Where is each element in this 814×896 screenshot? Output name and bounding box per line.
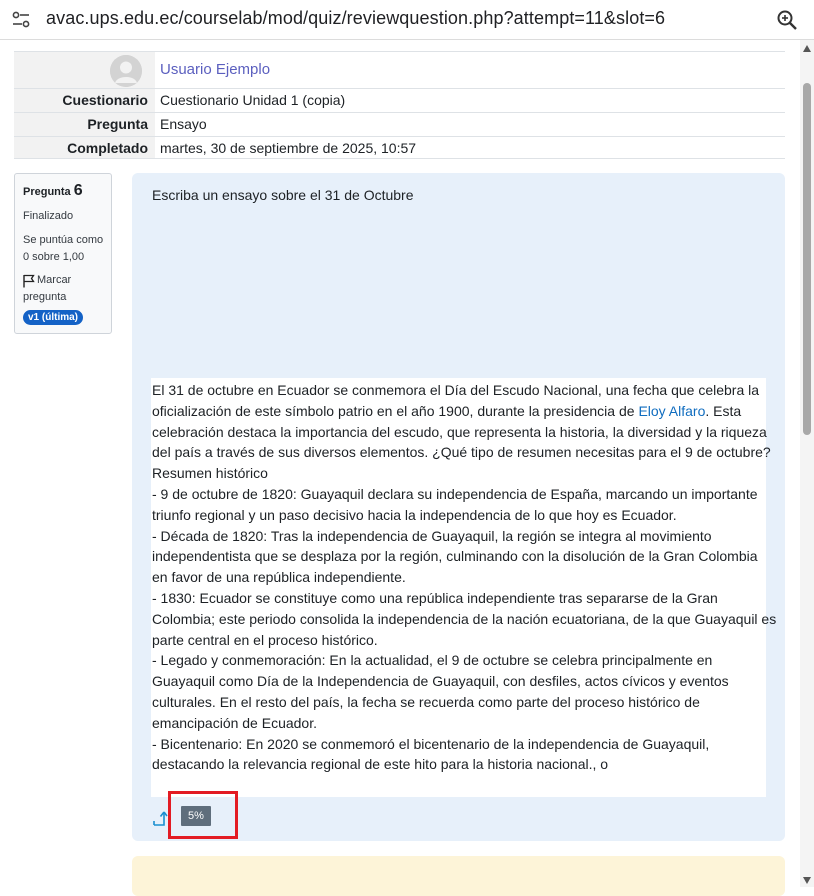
quiz-row: Cuestionario Cuestionario Unidad 1 (copi…: [14, 88, 785, 112]
answer-line: emancipación de Ecuador.: [152, 714, 317, 731]
answer-line: Resumen histórico: [152, 465, 268, 482]
answer-line: destacando la relevancia regional de est…: [152, 756, 609, 773]
answer-line: - 9 de octubre de 1820: Guayaquil declar…: [152, 485, 758, 502]
answer-line-part: . Esta: [705, 402, 742, 419]
question-number-label: Pregunta: [23, 186, 71, 198]
question-grade-line1: Se puntúa como: [23, 234, 104, 246]
completed-row: Completado martes, 30 de septiembre de 2…: [14, 136, 785, 159]
user-name-link[interactable]: Usuario Ejemplo: [160, 61, 270, 78]
avatar[interactable]: [110, 55, 142, 87]
answer-line: El 31 de octubre en Ecuador se conmemora…: [152, 382, 760, 398]
quiz-label: Cuestionario: [14, 89, 155, 112]
completed-label: Completado: [14, 137, 155, 158]
zoom-magnifier-icon[interactable]: [776, 9, 798, 31]
answer-line: parte central en el proceso histórico.: [152, 631, 378, 648]
flag-icon[interactable]: [22, 274, 36, 288]
answer-line-part: oficialización de este símbolo patrio en…: [152, 402, 639, 419]
scroll-up-arrow-icon[interactable]: [803, 45, 811, 52]
address-bar[interactable]: avac.ups.edu.ec/courselab/mod/quiz/revie…: [0, 0, 814, 40]
edit-arrow-icon[interactable]: [152, 809, 168, 829]
version-badge: v1 (última): [23, 310, 84, 325]
question-info-box: Pregunta 6 Finalizado Se puntúa como 0 s…: [14, 173, 112, 334]
question-text: Escriba un ensayo sobre el 31 de Octubre: [152, 187, 414, 203]
question-row: Pregunta Ensayo: [14, 112, 785, 136]
eloy-alfaro-link[interactable]: Eloy Alfaro: [638, 403, 705, 419]
flag-label-line2[interactable]: pregunta: [23, 291, 66, 303]
user-label-cell: [14, 52, 155, 88]
question-number: Pregunta 6: [23, 182, 83, 200]
answer-line: Guayaquil como Día de la Independencia d…: [152, 673, 729, 690]
page-scrollbar[interactable]: [800, 40, 814, 887]
completed-value: martes, 30 de septiembre de 2025, 10:57: [160, 140, 417, 156]
answer-line: - Legado y conmemoración: En la actualid…: [152, 652, 713, 669]
quiz-value: Cuestionario Unidad 1 (copia): [160, 92, 346, 108]
answer-line: Colombia; este periodo consolida la inde…: [152, 610, 777, 627]
tune-icon[interactable]: [11, 10, 31, 30]
answer-line: triunfo regional y un paso decisivo haci…: [152, 506, 677, 523]
highlight-box: [168, 791, 238, 839]
question-label: Pregunta: [14, 113, 155, 136]
user-avatar-icon: [110, 55, 142, 87]
answer-line: oficialización de este símbolo patrio en…: [152, 401, 766, 422]
answer-line: celebración destaca la importancia del e…: [152, 423, 767, 440]
scroll-thumb[interactable]: [803, 83, 811, 435]
answer-line: - 1830: Ecuador se constituye como una r…: [152, 589, 718, 606]
essay-answer: El 31 de octubre en Ecuador se conmemora…: [151, 378, 777, 797]
question-content: Escriba un ensayo sobre el 31 de Octubre…: [132, 173, 785, 841]
feedback-box: [132, 856, 785, 896]
question-number-value: 6: [73, 182, 83, 199]
question-state: Finalizado: [23, 210, 74, 222]
scroll-down-arrow-icon[interactable]: [803, 877, 811, 884]
question-type-value: Ensayo: [160, 116, 207, 132]
answer-line: independentista que se desplaza por la r…: [152, 548, 758, 565]
answer-line: del país a través de sus diversos elemen…: [152, 444, 771, 461]
answer-line: - Bicentenario: En 2020 se conmemoró el …: [152, 735, 710, 752]
user-row: Usuario Ejemplo: [14, 51, 785, 88]
answer-line: - Década de 1820: Tras la independencia …: [152, 527, 712, 544]
answer-line: en favor de una república independiente.: [152, 569, 406, 586]
url-text[interactable]: avac.ups.edu.ec/courselab/mod/quiz/revie…: [46, 8, 665, 29]
flag-label-line1[interactable]: Marcar: [37, 274, 71, 286]
question-grade-line2: 0 sobre 1,00: [23, 251, 85, 263]
answer-line: culturales. En el resto del país, la fec…: [152, 693, 700, 710]
